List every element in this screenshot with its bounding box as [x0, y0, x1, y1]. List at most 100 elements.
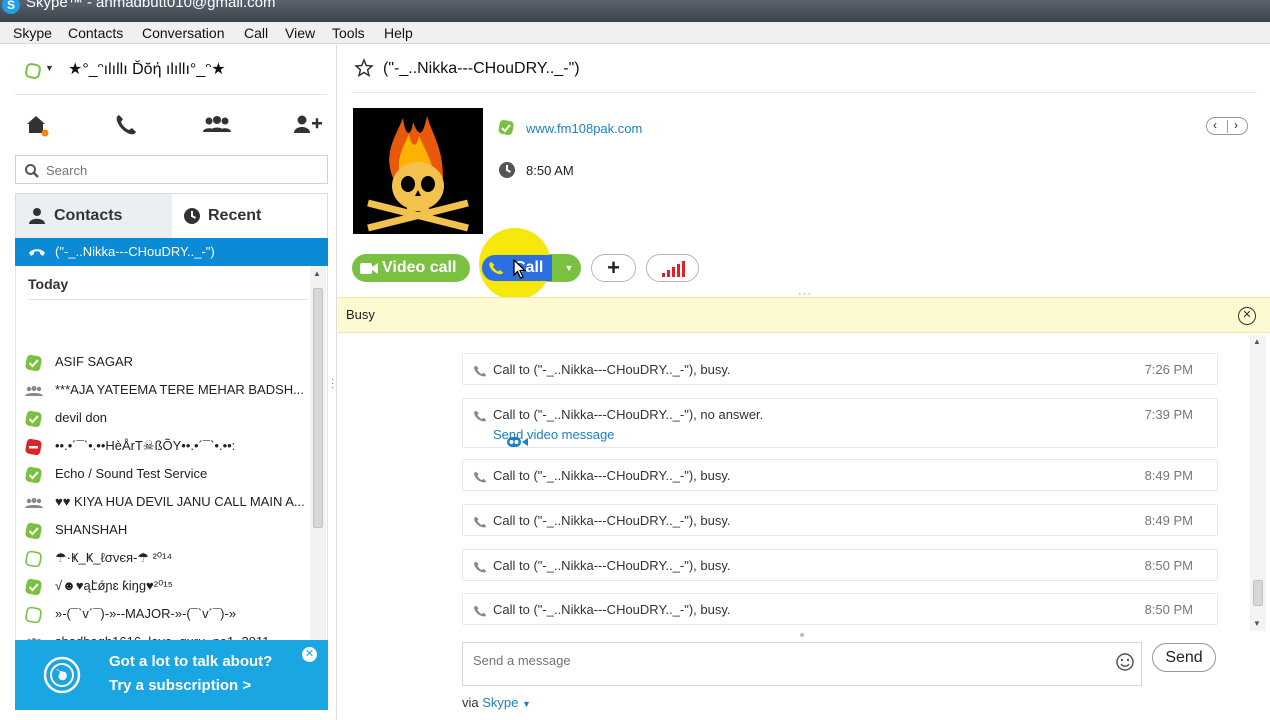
- call-event-message: Call to ("-_..Nikka---CHouDRY.._-"), bus…: [462, 353, 1218, 385]
- promo-link[interactable]: Try a subscription >: [109, 677, 251, 694]
- message-text: Call to ("-_..Nikka---CHouDRY.._-"), bus…: [493, 468, 731, 483]
- search-icon: [25, 164, 39, 178]
- contact-mood-link[interactable]: www.fm108pak.com: [526, 121, 642, 136]
- menu-contacts[interactable]: Contacts: [68, 25, 123, 41]
- contact-name: ASIF SAGAR: [55, 354, 134, 369]
- contact-avatar[interactable]: [353, 108, 483, 234]
- video-camera-icon: [360, 263, 378, 274]
- contact-row[interactable]: ••.•´¯`•.••HèÅrT☠ßÕY••.•´¯`•.••:: [16, 433, 311, 461]
- close-icon[interactable]: ✕: [302, 647, 317, 662]
- divider: [15, 94, 327, 95]
- status-online-icon: [25, 411, 42, 427]
- scroll-down-icon[interactable]: ▼: [1253, 619, 1261, 628]
- send-video-message-link[interactable]: Send video message: [493, 427, 614, 447]
- message-time: 7:39 PM: [1144, 407, 1193, 422]
- panel-splitter[interactable]: · · ·: [331, 375, 335, 393]
- contact-row[interactable]: √☻♥ąէǿɲɛ ƙiŋg♥²⁰¹⁵: [16, 573, 311, 601]
- favorite-star-icon[interactable]: [354, 58, 374, 78]
- send-button[interactable]: Send: [1152, 643, 1216, 672]
- phone-icon: [474, 605, 487, 617]
- status-dropdown-icon[interactable]: ▼: [45, 63, 54, 73]
- search-input[interactable]: [46, 160, 316, 180]
- menu-view[interactable]: View: [285, 25, 315, 41]
- chevron-left-icon[interactable]: ‹: [1213, 118, 1217, 132]
- contact-row[interactable]: ASIF SAGAR: [16, 349, 311, 377]
- status-offline-icon[interactable]: [25, 63, 41, 79]
- phone-icon: [474, 471, 487, 483]
- contact-row[interactable]: SHANSHAH: [16, 517, 311, 545]
- message-text: Call to ("-_..Nikka---CHouDRY.._-"), bus…: [493, 558, 731, 573]
- title-bar: S Skype™ - ahmadbutt010@gmail.com: [0, 0, 1270, 22]
- contact-name: √☻♥ąէǿɲɛ ƙiŋg♥²⁰¹⁵: [55, 578, 174, 593]
- via-service[interactable]: Skype: [482, 695, 518, 710]
- emoticon-icon[interactable]: [1116, 653, 1134, 671]
- group-chat-icon: [25, 498, 43, 508]
- contact-list-scrollbar[interactable]: ▲ ▼: [310, 266, 326, 671]
- menu-conversation[interactable]: Conversation: [142, 25, 225, 41]
- add-contact-icon[interactable]: [291, 112, 323, 138]
- active-contact-name: ("-_..Nikka---CHouDRY.._-"): [55, 244, 215, 259]
- search-box[interactable]: [15, 155, 328, 184]
- contact-row[interactable]: Echo / Sound Test Service: [16, 461, 311, 489]
- active-call-contact[interactable]: ("-_..Nikka---CHouDRY.._-"): [15, 238, 328, 266]
- call-status-text: Busy: [346, 307, 375, 322]
- close-icon[interactable]: ✕: [1238, 307, 1256, 325]
- scroll-up-icon[interactable]: ▲: [313, 269, 321, 278]
- send-via-selector[interactable]: via Skype ▼: [462, 695, 531, 710]
- menu-call[interactable]: Call: [244, 25, 268, 41]
- chevron-right-icon[interactable]: ›: [1234, 118, 1238, 132]
- resize-grip[interactable]: [800, 633, 804, 637]
- divider: [351, 92, 1257, 93]
- message-time: 8:50 PM: [1144, 558, 1193, 573]
- video-call-button[interactable]: Video call: [352, 254, 470, 282]
- scroll-up-icon[interactable]: ▲: [1253, 337, 1261, 346]
- group-icon[interactable]: [201, 112, 233, 138]
- conversation-history: Call to ("-_..Nikka---CHouDRY.._-"), bus…: [338, 335, 1270, 631]
- mouse-cursor-icon: [513, 259, 527, 279]
- promo-headline: Got a lot to talk about?: [109, 653, 273, 670]
- home-icon[interactable]: [24, 112, 50, 138]
- history-scrollbar[interactable]: ▲ ▼: [1250, 335, 1266, 631]
- contact-name: devil don: [55, 410, 108, 425]
- status-offline-icon: [25, 551, 42, 567]
- tab-contacts[interactable]: Contacts: [15, 193, 172, 238]
- contact-name: ♥♥ KIYA HUA DEVIL JANU CALL MAIN A...: [55, 494, 305, 509]
- subscription-promo[interactable]: Got a lot to talk about? Try a subscript…: [15, 640, 328, 710]
- message-time: 8:50 PM: [1144, 602, 1193, 617]
- call-options-dropdown-icon[interactable]: ▼: [558, 255, 580, 281]
- contact-row[interactable]: ♥♥ KIYA HUA DEVIL JANU CALL MAIN A...: [16, 489, 311, 517]
- tab-recent[interactable]: Recent: [172, 193, 328, 238]
- contact-row[interactable]: »-(¯`v´¯)-»--MAJOR-»-(¯`v´¯)-»: [16, 601, 311, 629]
- menu-help[interactable]: Help: [384, 25, 413, 41]
- contact-name: Echo / Sound Test Service: [55, 466, 208, 481]
- call-event-message: Call to ("-_..Nikka---CHouDRY.._-"), no …: [462, 398, 1218, 448]
- contact-name: ☂·Ҝ_Ҝ_ℓσνєя-☂ ²⁰¹⁴: [55, 550, 173, 565]
- message-time: 8:49 PM: [1144, 513, 1193, 528]
- contact-name: ***AJA YATEEMA TERE MEHAR BADSH...: [55, 382, 304, 397]
- add-to-call-button[interactable]: +: [591, 254, 636, 282]
- contact-row[interactable]: devil don: [16, 405, 311, 433]
- message-time: 8:49 PM: [1144, 468, 1193, 483]
- call-quality-button[interactable]: [646, 254, 699, 282]
- contact-row[interactable]: ***AJA YATEEMA TERE MEHAR BADSH...: [16, 377, 311, 405]
- call-status-notice: Busy ✕: [338, 297, 1270, 333]
- message-text: Call to ("-_..Nikka---CHouDRY.._-"), bus…: [493, 602, 731, 617]
- contact-row[interactable]: ☂·Ҝ_Ҝ_ℓσνєя-☂ ²⁰¹⁴: [16, 545, 311, 573]
- call-event-message: Call to ("-_..Nikka---CHouDRY.._-"), bus…: [462, 549, 1218, 581]
- tab-recent-label: Recent: [208, 207, 262, 224]
- conversation-title: ("-_..Nikka---CHouDRY.._-"): [383, 60, 580, 77]
- chevron-down-icon[interactable]: ▼: [522, 699, 531, 709]
- contact-name: ••.•´¯`•.••HèÅrT☠ßÕY••.•´¯`•.••:: [55, 438, 236, 453]
- group-chat-icon: [25, 386, 43, 396]
- conversation-panel: ("-_..Nikka---CHouDRY.._-") www.fm108pak…: [338, 45, 1270, 720]
- phone-icon[interactable]: [113, 112, 139, 138]
- message-composer[interactable]: [462, 642, 1142, 686]
- message-input[interactable]: [473, 650, 1103, 670]
- profile-mood[interactable]: ★°_ᵔılıllı Ďŏή ılıllı°_ᵔ★: [68, 59, 226, 79]
- menu-tools[interactable]: Tools: [332, 25, 365, 41]
- left-panel: ▼ ★°_ᵔılıllı Ďŏή ılıllı°_ᵔ★ Contacts: [0, 45, 337, 720]
- scrollbar-thumb[interactable]: [313, 288, 323, 528]
- scrollbar-thumb[interactable]: [1253, 580, 1263, 606]
- contact-list: Today ASIF SAGAR ***AJA YATEEMA TERE MEH…: [15, 266, 328, 671]
- menu-skype[interactable]: Skype: [13, 25, 52, 41]
